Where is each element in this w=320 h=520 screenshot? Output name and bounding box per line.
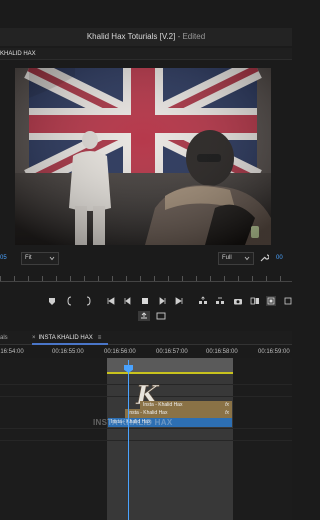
video-frame-image — [15, 68, 271, 245]
watermark-text: INSTA KHALID HAX — [93, 418, 173, 427]
timeline-tab-bar: als × INSTA KHALID HAX ≡ — [0, 331, 292, 345]
edit-status: - Edited — [177, 32, 206, 41]
duration-timecode: 00 — [276, 255, 283, 261]
transport-controls — [40, 295, 292, 309]
monitor-controls: 05 Fit Full 00 — [0, 252, 292, 266]
compare-view-icon[interactable] — [250, 296, 260, 306]
close-icon[interactable]: × — [32, 335, 36, 341]
monitor-time-ruler[interactable] — [0, 274, 292, 284]
fx-badge: fx — [225, 410, 229, 416]
mark-in-icon[interactable] — [65, 296, 75, 306]
mark-out-icon[interactable] — [83, 296, 93, 306]
playhead-timecode[interactable]: 05 — [0, 255, 7, 261]
track-divider — [0, 440, 292, 441]
in-out-range — [107, 358, 233, 520]
go-to-in-icon[interactable] — [106, 296, 116, 306]
lift-icon[interactable] — [198, 296, 208, 306]
chevron-down-icon — [49, 256, 55, 261]
transport-extra-controls — [136, 311, 176, 323]
program-monitor-label: KHALID HAX — [0, 51, 36, 57]
program-monitor-video[interactable] — [15, 68, 271, 245]
window-title-bar: Khalid Hax Toturials [V.2] - Edited — [0, 28, 292, 46]
ruler-timecode: 00:16:58:00 — [206, 349, 238, 355]
wrench-icon[interactable] — [259, 253, 269, 263]
render-status-bar — [107, 372, 233, 374]
active-tab-indicator — [32, 343, 108, 345]
playhead-line[interactable] — [128, 360, 129, 520]
step-forward-icon[interactable] — [157, 296, 167, 306]
resolution-dropdown[interactable]: Full — [218, 252, 254, 265]
settings-icon[interactable] — [283, 296, 293, 306]
resolution-value: Full — [222, 255, 232, 261]
zoom-level-value: Fit — [25, 255, 32, 261]
track-divider — [0, 428, 292, 429]
ruler-timecode: 00:16:57:00 — [156, 349, 188, 355]
chevron-down-icon — [244, 256, 250, 261]
tab-label: INSTA KHALID HAX — [38, 335, 93, 341]
ruler-timecode: 00:16:59:00 — [258, 349, 290, 355]
clip-label: Insta - Khalid Hax — [128, 410, 168, 416]
go-to-out-icon[interactable] — [174, 296, 184, 306]
clip-label: Insta - Khalid Hax — [143, 402, 183, 408]
ruler-timecode: 00:16:56:00 — [104, 349, 136, 355]
program-monitor-tab[interactable]: KHALID HAX — [0, 48, 292, 60]
timeline-clip[interactable]: Insta - Khalid Hax fx — [125, 409, 232, 418]
marker-icon[interactable] — [47, 296, 57, 306]
ruler-timecode: 00:16:54:00 — [0, 349, 24, 355]
export-frame-icon[interactable] — [138, 311, 150, 321]
timeline-time-ruler[interactable]: 00:16:54:00 00:16:55:00 00:16:56:00 00:1… — [0, 346, 292, 358]
ruler-timecode: 00:16:55:00 — [52, 349, 84, 355]
stop-icon[interactable] — [140, 296, 150, 306]
safe-margins-icon[interactable] — [266, 296, 276, 306]
menu-icon[interactable]: ≡ — [98, 335, 102, 341]
window-title: Khalid Hax Toturials [V.2] — [86, 32, 176, 41]
step-back-icon[interactable] — [123, 296, 133, 306]
extract-icon[interactable] — [215, 296, 225, 306]
multicam-view-icon[interactable] — [155, 311, 167, 321]
camera-icon[interactable] — [233, 296, 243, 306]
zoom-level-dropdown[interactable]: Fit — [21, 252, 59, 265]
ruler-line — [0, 281, 292, 282]
tab-sequence-previous[interactable]: als — [0, 331, 8, 345]
